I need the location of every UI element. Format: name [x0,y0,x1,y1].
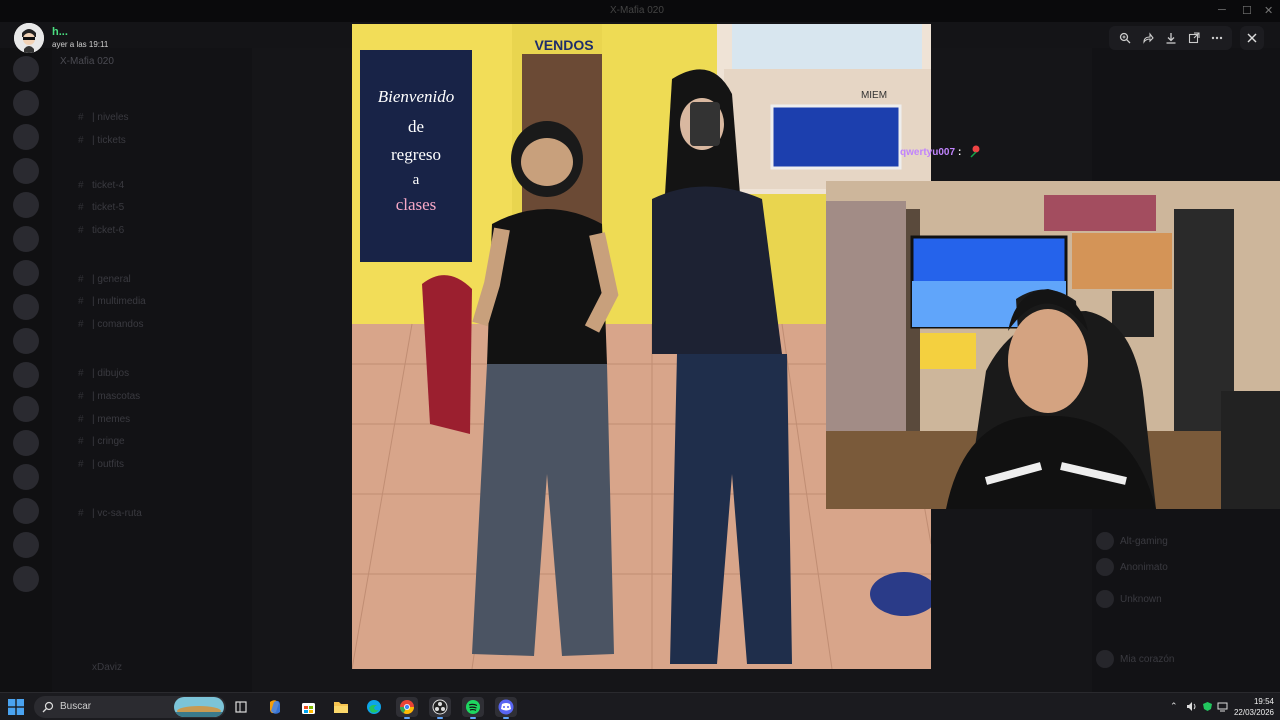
open-external-icon[interactable] [1185,29,1203,47]
chat-username: qwertyu007 [900,147,956,159]
poster-text: clases [396,195,437,214]
more-icon[interactable] [1208,29,1226,47]
avatar[interactable] [14,23,44,53]
poster-text: de [408,117,424,136]
avatar [1096,650,1114,668]
window-close-icon[interactable]: ✕ [1264,4,1273,17]
start-icon[interactable] [8,699,24,715]
member-item[interactable]: Anonimato [1096,558,1168,576]
server-icon[interactable] [13,124,39,150]
server-icon[interactable] [13,498,39,524]
channel-item[interactable]: # ticket-4 [78,180,124,191]
share-icon[interactable] [1139,29,1157,47]
server-icon[interactable] [13,328,39,354]
channel-item[interactable]: # | mascotas [78,391,140,402]
file-explorer-icon[interactable] [330,697,352,717]
taskbar-search-input[interactable]: Buscar [34,696,226,718]
channel-item[interactable]: # | general [78,274,131,285]
server-icon[interactable] [13,294,39,320]
channel-item[interactable]: # | comandos [78,319,144,330]
clock-date: 22/03/2026 [1233,708,1274,717]
window-title: X-Mafia 020 [610,5,664,16]
uploader-name[interactable]: h... [52,26,68,38]
server-icon[interactable] [13,362,39,388]
server-icon[interactable] [13,464,39,490]
server-name[interactable]: X-Mafia 020 [60,56,114,67]
taskbar-clock[interactable]: 19:54 22/03/2026 [1232,696,1274,718]
server-icon[interactable] [13,56,39,82]
server-icon[interactable] [13,226,39,252]
channel-item[interactable]: # | vc-sa-ruta [78,508,142,519]
search-highlight-image [174,697,224,717]
server-icon[interactable] [13,90,39,116]
server-list [0,48,52,692]
edge-icon[interactable] [363,697,385,717]
webcam-overlay [826,181,1280,509]
search-placeholder: Buscar [60,701,92,712]
server-icon[interactable] [13,532,39,558]
member-item[interactable]: Mia corazón [1096,650,1174,668]
zoom-icon[interactable] [1116,29,1134,47]
avatar [1096,558,1114,576]
desktop: X-Mafia 020 ─ ☐ ✕ X-Mafia 020 # | nivele… [0,0,1280,720]
chevron-up-icon[interactable]: ⌃ [1170,701,1178,712]
user-panel-name[interactable]: xDaviz [92,662,122,673]
server-icon[interactable] [13,260,39,286]
poster-text: regreso [391,145,441,164]
close-icon[interactable] [1240,26,1264,50]
spotify-icon[interactable] [462,697,484,719]
channel-item[interactable]: # | outfits [78,459,124,470]
member-item[interactable]: Unknown [1096,590,1162,608]
chat-separator: : [958,147,962,159]
running-indicator [437,717,443,719]
volume-icon[interactable] [1186,701,1197,714]
upload-timestamp: ayer a las 19:11 [52,40,109,49]
server-icon[interactable] [13,566,39,592]
store-icon[interactable] [297,697,319,717]
copilot-icon[interactable] [264,697,286,717]
channel-item[interactable]: # | niveles [78,112,129,123]
banner-text: VENDOS [534,37,593,53]
channel-item[interactable]: # | cringe [78,436,125,447]
channel-item[interactable]: # | memes [78,414,130,425]
server-icon[interactable] [13,192,39,218]
window-titlebar: X-Mafia 020 ─ ☐ ✕ [0,0,1280,22]
server-icon[interactable] [13,430,39,456]
security-icon[interactable] [1202,701,1213,714]
obs-icon[interactable] [429,697,451,719]
server-icon[interactable] [13,396,39,422]
channel-list: X-Mafia 020 # | niveles # | tickets # ticke… [52,48,252,692]
network-icon[interactable] [1217,701,1228,714]
maximize-icon[interactable]: ☐ [1242,4,1252,17]
discord-icon[interactable] [495,697,517,719]
channel-item[interactable]: # | dibujos [78,368,129,379]
viewer-toolbar [1109,26,1232,50]
channel-item[interactable]: # | tickets [78,135,126,146]
stream-chat-message: qwertyu007: [900,144,982,161]
webcam-illustration [826,181,1280,509]
rose-emote-icon [968,144,982,161]
plaque-text: MIEM [861,90,887,101]
running-indicator [470,717,476,719]
poster-text: Bienvenido [378,87,454,106]
running-indicator [503,717,509,719]
clock-time: 19:54 [1253,697,1274,706]
running-indicator [404,717,410,719]
server-icon[interactable] [13,158,39,184]
task-view-icon[interactable] [230,697,252,717]
member-item[interactable]: Alt-gaming [1096,532,1168,550]
minimize-icon[interactable]: ─ [1218,4,1226,16]
poster-text: a [413,172,420,188]
avatar [1096,532,1114,550]
taskbar: Buscar ⌃ 19:54 22/03/2026 [0,692,1280,720]
channel-item[interactable]: # ticket-6 [78,225,124,236]
download-icon[interactable] [1162,29,1180,47]
chrome-icon[interactable] [396,697,418,719]
avatar [1096,590,1114,608]
channel-item[interactable]: # ticket-5 [78,202,124,213]
search-icon [42,700,54,718]
channel-item[interactable]: # | multimedia [78,296,146,307]
